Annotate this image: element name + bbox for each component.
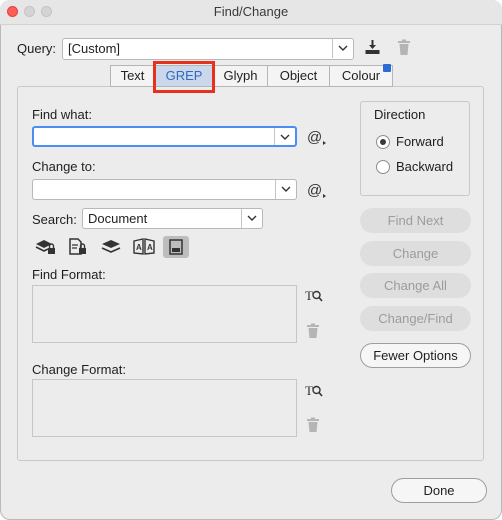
window-title: Find/Change (213, 4, 289, 19)
change-format-box[interactable] (32, 379, 297, 437)
specify-find-format-icon[interactable]: T (305, 288, 323, 307)
backward-label: Backward (396, 159, 454, 174)
include-hidden-layers-button[interactable] (98, 236, 124, 258)
svg-text:T: T (305, 288, 313, 303)
backward-radio[interactable] (376, 160, 390, 174)
change-all-button[interactable]: Change All (360, 273, 471, 298)
search-scope-value: Document (88, 211, 148, 226)
include-locked-layers-button[interactable] (33, 236, 59, 258)
query-value: [Custom] (68, 41, 121, 56)
query-dropdown[interactable]: [Custom] (62, 38, 354, 60)
find-what-input[interactable] (32, 126, 297, 147)
find-format-label: Find Format: (32, 267, 106, 282)
search-scope-dropdown[interactable]: Document (82, 208, 263, 229)
find-change-window: Find/Change Query: [Custom] Text GREP Gl… (0, 0, 502, 520)
change-format-label: Change Format: (32, 362, 126, 377)
chevron-down-icon[interactable] (241, 209, 262, 228)
forward-label: Forward (396, 134, 444, 149)
special-characters-icon[interactable]: @ (307, 129, 327, 148)
svg-text:@: @ (307, 129, 322, 145)
find-format-box[interactable] (32, 285, 297, 343)
done-button[interactable]: Done (391, 478, 487, 503)
tab-text[interactable]: Text (110, 65, 154, 87)
grep-tab-highlight (153, 61, 215, 93)
find-next-button[interactable]: Find Next (360, 208, 471, 233)
direction-label: Direction (374, 107, 426, 122)
save-query-icon[interactable] (364, 39, 381, 59)
clear-change-format-icon (306, 417, 320, 436)
delete-query-icon (397, 39, 411, 59)
chevron-down-icon[interactable] (275, 180, 296, 199)
query-label: Query: (17, 41, 57, 56)
change-find-button[interactable]: Change/Find (360, 306, 471, 331)
colour-tab-indicator (383, 64, 391, 72)
svg-text:A: A (136, 243, 142, 252)
include-footnotes-button[interactable] (163, 236, 189, 258)
svg-text:@: @ (307, 182, 322, 198)
tab-object[interactable]: Object (267, 65, 329, 87)
svg-text:A: A (147, 243, 153, 252)
include-locked-stories-button[interactable] (65, 236, 91, 258)
forward-radio[interactable] (376, 135, 390, 149)
change-to-label: Change to: (32, 159, 96, 174)
specify-change-format-icon[interactable]: T (305, 383, 323, 402)
change-button[interactable]: Change (360, 241, 471, 266)
clear-find-format-icon (306, 323, 320, 342)
chevron-down-icon[interactable] (274, 128, 295, 145)
tab-glyph[interactable]: Glyph (213, 65, 267, 87)
search-label: Search: (32, 212, 77, 227)
fewer-options-button[interactable]: Fewer Options (360, 343, 471, 368)
change-to-input[interactable] (32, 179, 297, 200)
svg-text:T: T (305, 383, 313, 398)
special-characters-icon[interactable]: @ (307, 182, 327, 201)
chevron-down-icon[interactable] (332, 39, 353, 58)
find-what-label: Find what: (32, 107, 92, 122)
title-bar: Find/Change (0, 0, 502, 25)
include-master-pages-button[interactable]: A A (131, 236, 157, 258)
